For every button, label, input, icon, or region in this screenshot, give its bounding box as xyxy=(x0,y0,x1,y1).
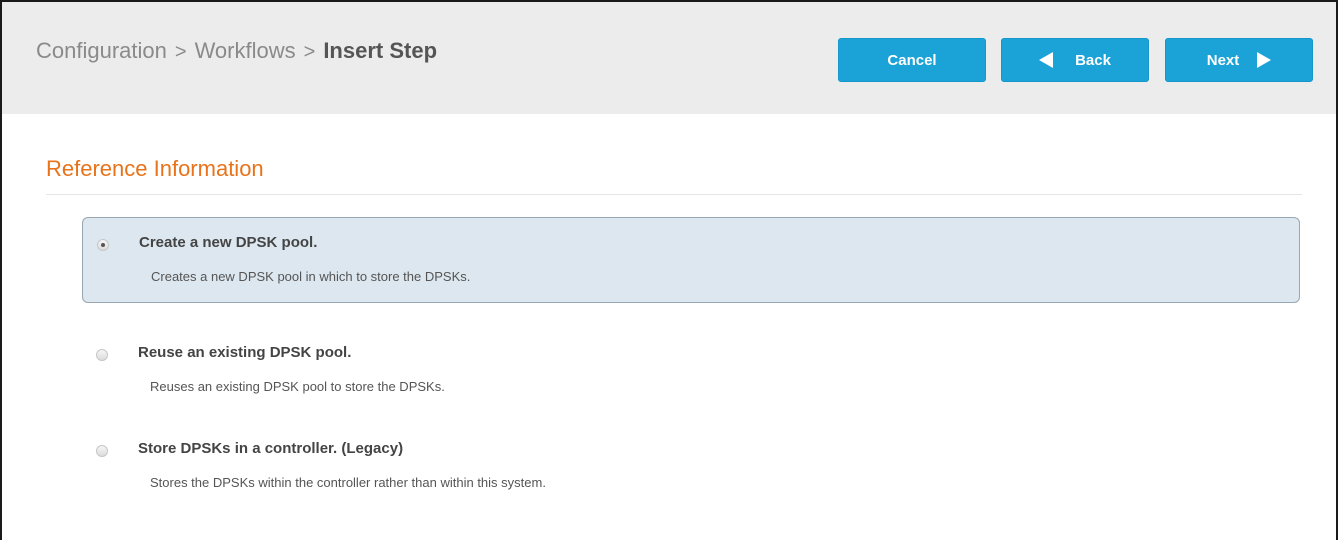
triangle-left-icon xyxy=(1039,52,1054,68)
option-reuse-existing-pool[interactable]: Reuse an existing DPSK pool. Reuses an e… xyxy=(82,328,1300,414)
breadcrumb-current: Insert Step xyxy=(323,38,438,63)
cancel-button-label: Cancel xyxy=(887,51,937,69)
option-description: Reuses an existing DPSK pool to store th… xyxy=(150,379,445,394)
breadcrumb-separator: > xyxy=(174,41,187,63)
app-frame: Configuration > Workflows > Insert Step Canc… xyxy=(0,0,1338,540)
next-button[interactable]: Next xyxy=(1165,38,1313,82)
option-label: Create a new DPSK pool. xyxy=(139,234,318,251)
triangle-right-icon xyxy=(1257,52,1272,68)
option-description: Creates a new DPSK pool in which to stor… xyxy=(151,269,471,284)
next-button-label: Next xyxy=(1206,51,1240,69)
option-create-new-pool[interactable]: Create a new DPSK pool. Creates a new DP… xyxy=(82,217,1300,303)
option-label: Reuse an existing DPSK pool. xyxy=(138,344,352,361)
main-content: Reference Information Create a new DPSK … xyxy=(20,114,1320,540)
back-button[interactable]: Back xyxy=(1001,38,1149,82)
radio-button[interactable] xyxy=(96,445,108,457)
section-divider xyxy=(46,194,1302,195)
breadcrumb-separator: > xyxy=(303,41,316,63)
cancel-button[interactable]: Cancel xyxy=(838,38,986,82)
breadcrumb-item-workflows[interactable]: Workflows xyxy=(195,38,296,63)
option-label: Store DPSKs in a controller. (Legacy) xyxy=(138,440,404,457)
back-button-label: Back xyxy=(1075,51,1111,69)
radio-button[interactable] xyxy=(97,239,109,251)
breadcrumb-item-configuration[interactable]: Configuration xyxy=(36,38,167,63)
section-title: Reference Information xyxy=(46,156,264,181)
option-description: Stores the DPSKs within the controller r… xyxy=(150,475,546,490)
option-store-in-controller[interactable]: Store DPSKs in a controller. (Legacy) St… xyxy=(82,424,1300,510)
page-header: Configuration > Workflows > Insert Step Canc… xyxy=(2,2,1336,114)
radio-button[interactable] xyxy=(96,349,108,361)
breadcrumb: Configuration > Workflows > Insert Step xyxy=(36,38,437,64)
